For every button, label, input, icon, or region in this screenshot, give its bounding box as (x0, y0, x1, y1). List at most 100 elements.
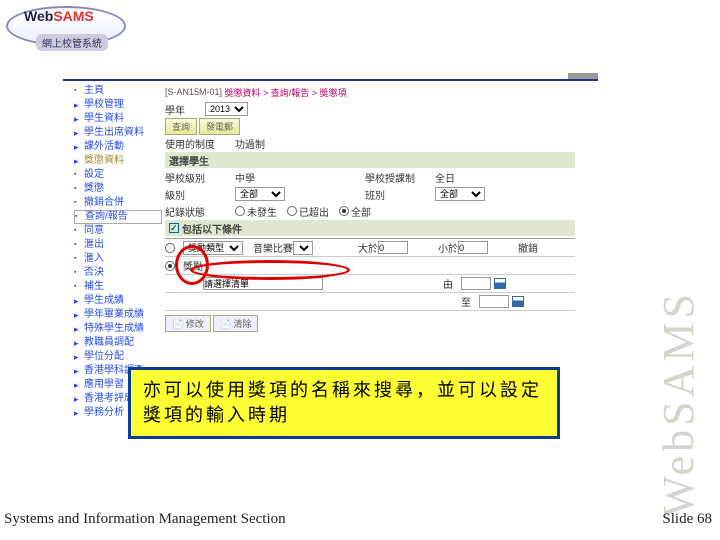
bullet-icon: ▪ (74, 182, 84, 196)
arrow-icon: ▸ (74, 112, 84, 126)
bullet-icon: ▪ (74, 84, 84, 98)
sidebar-item-label: 學務分析 (84, 406, 124, 420)
sidebar-item-label: 主頁 (84, 84, 104, 98)
search-button[interactable]: 查詢 (165, 118, 197, 135)
sidebar-item-label: 特殊學生成績 (84, 322, 144, 336)
row1-name-select[interactable] (293, 241, 313, 255)
arrow-icon: ▸ (74, 126, 84, 140)
date-from-input[interactable] (461, 277, 491, 290)
sidebar-item-7[interactable]: ▪獎懲 (74, 182, 162, 196)
arrow-icon: ▸ (74, 392, 84, 406)
sidebar-item-label: 設定 (84, 168, 104, 182)
arrow-icon: ▸ (74, 98, 84, 112)
sidebar-item-0[interactable]: ▪主頁 (74, 84, 162, 98)
sidebar-item-18[interactable]: ▸教職員調配 (74, 336, 162, 350)
calendar-icon[interactable] (494, 278, 506, 289)
sidebar-item-12[interactable]: ▪滙入 (74, 252, 162, 266)
sidebar-item-label: 學生資料 (84, 112, 124, 126)
arrow-icon: ▸ (74, 336, 84, 350)
sidebar-item-label: 獎懲資料 (84, 154, 124, 168)
sidebar-item-label: 應用學習 (84, 378, 124, 392)
bullet-icon: ▪ (74, 252, 84, 266)
by-label: 由 (443, 276, 461, 291)
max-input[interactable] (378, 241, 408, 254)
arrow-icon: ▸ (74, 350, 84, 364)
classno-select[interactable]: 全部 (435, 187, 485, 201)
session-label: 學校授課制 (365, 170, 435, 185)
calendar-icon[interactable] (512, 296, 524, 307)
level-value: 中學 (235, 170, 365, 185)
row1-radio[interactable] (165, 243, 175, 253)
sidebar-item-label: 滙入 (84, 252, 104, 266)
sidebar-item-label: 撤銷合併 (84, 196, 124, 210)
undo-label: 撤銷 (498, 240, 538, 255)
name-search-input[interactable] (203, 277, 323, 290)
recstate-radio-2[interactable] (287, 206, 297, 216)
row2-radio[interactable] (165, 261, 175, 271)
header-rule (63, 79, 598, 81)
sidebar-item-14[interactable]: ▪補生 (74, 280, 162, 294)
reward-type-select[interactable]: 獎勵類型 (183, 241, 243, 255)
arrow-icon: ▸ (74, 154, 84, 168)
footer-left: Systems and Information Management Secti… (4, 511, 286, 528)
bullet-icon: ▪ (74, 224, 84, 238)
year-select[interactable]: 2013 (205, 102, 248, 116)
sidebar-item-9[interactable]: ▪查詢/報告 (74, 210, 162, 224)
arrow-icon: ▸ (74, 322, 84, 336)
arrow-icon: ▸ (74, 378, 84, 392)
sidebar-item-3[interactable]: ▸學生出席資料 (74, 126, 162, 140)
sidebar-item-1[interactable]: ▸學校管理 (74, 98, 162, 112)
select-student-header: 選擇學生 (165, 152, 575, 168)
recstate-radio-3[interactable] (339, 206, 349, 216)
arrow-icon: ▸ (74, 140, 84, 154)
include-label: 包括以下條件 (182, 221, 242, 236)
sidebar-item-4[interactable]: ▸課外活動 (74, 140, 162, 154)
sidebar-item-label: 學校管理 (84, 98, 124, 112)
bullet-icon: ▪ (74, 280, 84, 294)
recstate-radio-1[interactable] (235, 206, 245, 216)
max-label: 大於 (333, 240, 378, 255)
breadcrumb: [S-AN15M-01] 獎懲資料 > 查詢/報告 > 獎懲項 (165, 84, 575, 100)
to-label: 至 (461, 294, 479, 309)
date-to-input[interactable] (479, 295, 509, 308)
sidebar-item-16[interactable]: ▸學年畢業成績 (74, 308, 162, 322)
sidebar-item-label: 學位分配 (84, 350, 124, 364)
sendmail-button[interactable]: 發電郵 (199, 118, 240, 135)
sidebar-item-10[interactable]: ▪同意 (74, 224, 162, 238)
bullet-icon: ▪ (75, 210, 85, 224)
sidebar-item-13[interactable]: ▪否決 (74, 266, 162, 280)
bullet-icon: ▪ (74, 168, 84, 182)
system-label: 使用的制度 (165, 136, 235, 151)
sidebar-item-label: 學生成績 (84, 294, 124, 308)
sidebar-item-2[interactable]: ▸學生資料 (74, 112, 162, 126)
sidebar-item-11[interactable]: ▪滙出 (74, 238, 162, 252)
main-content: [S-AN15M-01] 獎懲資料 > 查詢/報告 > 獎懲項 學年 2013 … (165, 84, 575, 332)
watermark: WebSAMS (653, 290, 704, 517)
sidebar-item-15[interactable]: ▸學生成績 (74, 294, 162, 308)
modify-button[interactable]: 📄 修改 (165, 315, 211, 332)
recstate-label: 紀錄狀態 (165, 204, 235, 219)
class-select[interactable]: 全部 (235, 187, 285, 201)
min-input[interactable] (458, 241, 488, 254)
clear-button[interactable]: 📄 清除 (213, 315, 259, 332)
row1-name: 音樂比賽 (253, 240, 293, 255)
include-checkbox[interactable] (169, 223, 179, 233)
classno-label: 班別 (365, 187, 435, 202)
sidebar-item-label: 補生 (84, 280, 104, 294)
bullet-icon: ▪ (74, 238, 84, 252)
sidebar-item-label: 查詢/報告 (85, 210, 128, 224)
sidebar-item-19[interactable]: ▸學位分配 (74, 350, 162, 364)
footer-right: Slide 68 (662, 511, 712, 528)
level-label: 學校級別 (165, 170, 235, 185)
sidebar-item-8[interactable]: ▪撤銷合併 (74, 196, 162, 210)
class-label: 級別 (165, 187, 235, 202)
sidebar-item-label: 學年畢業成績 (84, 308, 144, 322)
session-value: 全日 (435, 170, 455, 185)
arrow-icon: ▸ (74, 406, 84, 420)
sidebar-item-6[interactable]: ▪設定 (74, 168, 162, 182)
year-label: 學年 (165, 102, 205, 117)
sidebar-item-5[interactable]: ▸獎懲資料 (74, 154, 162, 168)
sidebar-item-label: 學生出席資料 (84, 126, 144, 140)
reward-label: 獎勵 (183, 258, 233, 273)
sidebar-item-17[interactable]: ▸特殊學生成績 (74, 322, 162, 336)
